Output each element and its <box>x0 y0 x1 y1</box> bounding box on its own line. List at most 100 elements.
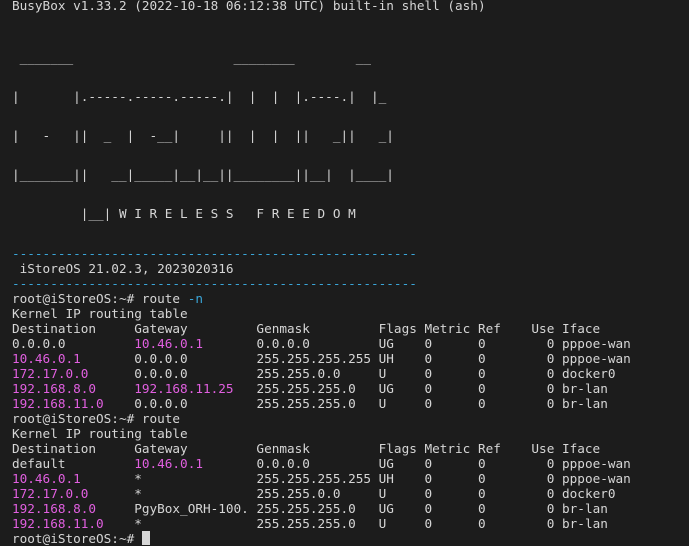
flags-cell: UG <box>378 381 425 396</box>
logo-line: | |.-----.-----.-----.| | | |.----.| |_ <box>12 89 387 104</box>
use-cell: 0 <box>508 516 563 531</box>
iface-cell: docker0 <box>562 366 616 381</box>
prompt-line[interactable]: root@iStoreOS:~# <box>12 531 689 546</box>
terminal-window[interactable]: BusyBox v1.33.2 (2022-10-18 06:12:38 UTC… <box>0 0 689 546</box>
iface-cell: br-lan <box>562 501 608 516</box>
gateway-cell: 192.168.11.25 <box>134 381 257 396</box>
genmask-cell: 0.0.0.0 <box>256 336 379 351</box>
logo-line: |__| W I R E L E S S F R E E D O M <box>12 206 356 221</box>
genmask-cell: 255.255.0.0 <box>256 486 379 501</box>
metric-cell: 0 <box>424 381 478 396</box>
gateway-cell: * <box>134 516 257 531</box>
genmask-cell: 255.255.255.0 <box>256 396 379 411</box>
table-title: Kernel IP routing table <box>12 426 188 441</box>
ref-cell: 0 <box>477 516 509 531</box>
use-cell: 0 <box>508 366 563 381</box>
os-version: iStoreOS 21.02.3, 2023020316 <box>12 261 234 276</box>
ref-cell: 0 <box>477 486 509 501</box>
iface-cell: br-lan <box>562 381 608 396</box>
use-cell: 0 <box>508 501 563 516</box>
destination-cell: 192.168.11.0 <box>12 396 135 411</box>
flags-cell: UH <box>378 351 425 366</box>
separator-line: ----------------------------------------… <box>12 276 417 291</box>
ref-cell: 0 <box>477 366 509 381</box>
table-row: 172.17.0.0 0.0.0.0 255.255.0.0 U 0 0 0 d… <box>12 366 689 381</box>
metric-cell: 0 <box>424 366 478 381</box>
table-row: 10.46.0.1 * 255.255.255.255 UH 0 0 0 ppp… <box>12 471 689 486</box>
use-cell: 0 <box>508 381 563 396</box>
table-row: 172.17.0.0 * 255.255.0.0 U 0 0 0 docker0 <box>12 486 689 501</box>
metric-cell: 0 <box>424 471 478 486</box>
genmask-cell: 255.255.255.0 <box>256 501 379 516</box>
cursor <box>141 531 150 545</box>
flags-cell: UG <box>378 456 425 471</box>
ref-cell: 0 <box>477 501 509 516</box>
use-cell: 0 <box>508 396 563 411</box>
flags-cell: U <box>378 486 425 501</box>
flags-cell: UH <box>378 471 425 486</box>
command-line: root@iStoreOS:~# route -n <box>12 291 689 306</box>
genmask-cell: 255.255.255.0 <box>256 381 379 396</box>
table-row: 0.0.0.0 10.46.0.1 0.0.0.0 UG 0 0 0 pppoe… <box>12 336 689 351</box>
ref-cell: 0 <box>477 471 509 486</box>
metric-cell: 0 <box>424 351 478 366</box>
table-row: 192.168.11.0 0.0.0.0 255.255.255.0 U 0 0… <box>12 396 689 411</box>
gateway-cell: 10.46.0.1 <box>134 336 257 351</box>
use-cell: 0 <box>508 336 563 351</box>
metric-cell: 0 <box>424 501 478 516</box>
flags-cell: U <box>378 396 425 411</box>
logo-spacer <box>12 13 689 25</box>
gateway-cell: 0.0.0.0 <box>134 351 257 366</box>
metric-cell: 0 <box>424 486 478 501</box>
genmask-cell: 255.255.255.255 <box>256 471 379 486</box>
iface-cell: br-lan <box>562 516 608 531</box>
destination-cell: 10.46.0.1 <box>12 351 135 366</box>
ref-cell: 0 <box>477 351 509 366</box>
use-cell: 0 <box>508 456 563 471</box>
table-row: default 10.46.0.1 0.0.0.0 UG 0 0 0 pppoe… <box>12 456 689 471</box>
genmask-cell: 255.255.255.0 <box>256 516 379 531</box>
metric-cell: 0 <box>424 336 478 351</box>
destination-cell: 172.17.0.0 <box>12 486 135 501</box>
flags-cell: UG <box>378 501 425 516</box>
ref-cell: 0 <box>477 336 509 351</box>
prompt: root@iStoreOS:~# <box>12 291 142 306</box>
destination-cell: 192.168.11.0 <box>12 516 135 531</box>
table-title: Kernel IP routing table <box>12 306 188 321</box>
use-cell: 0 <box>508 351 563 366</box>
gateway-cell: 10.46.0.1 <box>134 456 257 471</box>
terminal-output: root@iStoreOS:~# route -n Kernel IP routi… <box>12 291 689 531</box>
flags-cell: U <box>378 516 425 531</box>
destination-cell: 192.168.8.0 <box>12 501 135 516</box>
command: route -n <box>141 291 203 306</box>
iface-cell: pppoe-wan <box>562 336 631 351</box>
table-row: 192.168.11.0 * 255.255.255.0 U 0 0 0 br-… <box>12 516 689 531</box>
command: route <box>141 411 181 426</box>
flags-cell: UG <box>378 336 425 351</box>
gateway-cell: * <box>134 486 257 501</box>
ref-cell: 0 <box>477 381 509 396</box>
metric-cell: 0 <box>424 516 478 531</box>
iface-cell: docker0 <box>562 486 616 501</box>
iface-cell: pppoe-wan <box>562 456 631 471</box>
command-line: root@iStoreOS:~# route <box>12 411 689 426</box>
command-flag: -n <box>187 291 203 306</box>
metric-cell: 0 <box>424 396 478 411</box>
destination-cell: default <box>12 456 135 471</box>
gateway-cell: * <box>134 471 257 486</box>
logo-line: | - || _ | -__| || | | || _|| _| <box>12 128 394 143</box>
openwrt-ascii-logo: _______ ________ __ | |.-----.-----.----… <box>12 25 689 246</box>
prompt: root@iStoreOS:~# <box>12 411 142 426</box>
genmask-cell: 255.255.0.0 <box>256 366 379 381</box>
gateway-cell: 0.0.0.0 <box>134 396 257 411</box>
table-row: 192.168.8.0 PgyBox_ORH-100. 255.255.255.… <box>12 501 689 516</box>
busybox-banner: BusyBox v1.33.2 (2022-10-18 06:12:38 UTC… <box>12 0 486 13</box>
iface-cell: pppoe-wan <box>562 351 631 366</box>
table-row: 10.46.0.1 0.0.0.0 255.255.255.255 UH 0 0… <box>12 351 689 366</box>
use-cell: 0 <box>508 471 563 486</box>
separator-line: ----------------------------------------… <box>12 246 417 261</box>
ref-cell: 0 <box>477 456 509 471</box>
gateway-cell: PgyBox_ORH-100. <box>134 501 257 516</box>
genmask-cell: 0.0.0.0 <box>256 456 379 471</box>
destination-cell: 192.168.8.0 <box>12 381 135 396</box>
